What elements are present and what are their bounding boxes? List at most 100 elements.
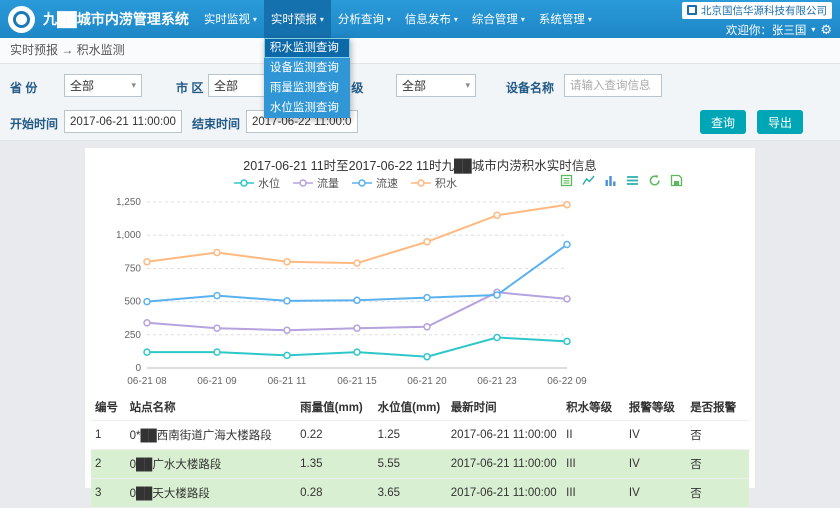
company-badge: 北京国信华源科技有限公司 <box>682 2 832 19</box>
table-cell: 1.35 <box>296 450 373 479</box>
nav-item-6[interactable]: 系统管理▾ <box>532 0 599 38</box>
svg-text:06-21 20: 06-21 20 <box>407 376 447 387</box>
svg-text:06-22 09: 06-22 09 <box>547 376 587 387</box>
table-cell: 1 <box>91 421 126 450</box>
table-cell: II <box>562 421 625 450</box>
logo-ring <box>13 11 30 28</box>
table-row[interactable]: 20██广水大楼路段1.355.552017-06-21 11:00:00III… <box>91 450 749 479</box>
device-name-input[interactable] <box>564 74 662 97</box>
table-cell: 否 <box>686 479 749 508</box>
chevron-down-icon: ▾ <box>465 80 470 91</box>
table-body: 10*██西南街道广海大楼路段0.221.252017-06-21 11:00:… <box>91 421 749 508</box>
nav-item-label: 信息发布 <box>405 11 451 27</box>
chevron-down-icon: ▾ <box>131 80 136 91</box>
nav-item-5[interactable]: 综合管理▾ <box>465 0 532 38</box>
legend-label: 流速 <box>376 175 398 191</box>
province-select[interactable]: 全部 ▾ <box>64 74 142 97</box>
refresh-icon[interactable] <box>647 173 661 187</box>
line-chart-icon[interactable] <box>581 173 595 187</box>
chart-legend: 水位流量 流速 积水 <box>125 175 565 191</box>
data-view-icon[interactable] <box>559 173 573 187</box>
welcome-text: 欢迎你：张三国 <box>726 22 807 38</box>
query-button[interactable]: 查询 <box>700 110 746 134</box>
company-logo-icon <box>687 5 697 15</box>
nav-item-2[interactable]: 实时预报▾积水监测查询设备监测查询雨量监测查询水位监测查询 <box>264 0 331 38</box>
nav-item-4[interactable]: 信息发布▾ <box>398 0 465 38</box>
table-head: 编号站点名称雨量值(mm)水位值(mm)最新时间积水等级报警等级是否报警 <box>91 394 749 421</box>
start-time-input[interactable] <box>64 110 182 133</box>
table-row[interactable]: 10*██西南街道广海大楼路段0.221.252017-06-21 11:00:… <box>91 421 749 450</box>
table-row[interactable]: 30██天大楼路段0.283.652017-06-21 11:00:00IIII… <box>91 479 749 508</box>
table-header-cell: 编号 <box>91 394 126 421</box>
svg-text:06-21 23: 06-21 23 <box>477 376 517 387</box>
menu-item-2[interactable]: 设备监测查询 <box>264 58 350 78</box>
chart-title: 2017-06-21 11时至2017-06-22 11时九██城市内涝积水实时… <box>85 155 755 174</box>
legend-item-1[interactable]: 水位 <box>233 175 280 191</box>
menu-item-4[interactable]: 水位监测查询 <box>264 98 350 118</box>
table-header-cell: 报警等级 <box>625 394 686 421</box>
chevron-down-icon: ▾ <box>454 15 458 24</box>
table-header-cell: 站点名称 <box>126 394 297 421</box>
legend-marker-icon <box>351 178 373 188</box>
nav-item-label: 综合管理 <box>472 11 518 27</box>
bar-chart-icon[interactable] <box>603 173 617 187</box>
legend-item-2[interactable]: 流量 <box>292 175 339 191</box>
legend-marker-icon <box>292 178 314 188</box>
start-time-label: 开始时间 <box>10 115 58 132</box>
header-right: 北京国信华源科技有限公司 欢迎你：张三国 ▾ ⚙ <box>674 0 840 41</box>
nav-item-label: 实时预报 <box>271 11 317 27</box>
table-header-cell: 最新时间 <box>447 394 562 421</box>
province-select-value: 全部 <box>70 77 94 94</box>
table-cell: 0██天大楼路段 <box>126 479 297 508</box>
settings-gear-icon[interactable]: ⚙ <box>820 22 832 38</box>
legend-marker-icon <box>233 178 255 188</box>
nav-item-1[interactable]: 实时监视▾ <box>197 0 264 38</box>
table-header-cell: 积水等级 <box>562 394 625 421</box>
nav-item-label: 系统管理 <box>539 11 585 27</box>
legend-label: 积水 <box>435 175 457 191</box>
table-cell: 0.28 <box>296 479 373 508</box>
export-button[interactable]: 导出 <box>757 110 803 134</box>
chart-toolbox <box>559 173 683 187</box>
table-cell: IV <box>625 450 686 479</box>
svg-text:06-21 09: 06-21 09 <box>197 376 237 387</box>
table-cell: 5.55 <box>374 450 447 479</box>
chevron-down-icon: ▾ <box>387 15 391 24</box>
save-icon[interactable] <box>669 173 683 187</box>
svg-text:250: 250 <box>124 330 141 341</box>
svg-text:1,250: 1,250 <box>116 197 141 208</box>
county-select[interactable]: 全部 ▾ <box>396 74 476 97</box>
menu-item-1[interactable]: 积水监测查询 <box>264 38 350 58</box>
table-header-cell: 水位值(mm) <box>374 394 447 421</box>
chevron-down-icon: ▾ <box>521 15 525 24</box>
table-header-cell: 雨量值(mm) <box>296 394 373 421</box>
device-name-label: 设备名称 <box>506 79 554 96</box>
end-time-label: 结束时间 <box>192 115 240 132</box>
legend-label: 水位 <box>258 175 280 191</box>
chart-card: 2017-06-21 11时至2017-06-22 11时九██城市内涝积水实时… <box>85 148 755 488</box>
stack-icon[interactable] <box>625 173 639 187</box>
legend-item-4[interactable]: 积水 <box>410 175 457 191</box>
table-cell: 2017-06-21 11:00:00 <box>447 421 562 450</box>
chevron-down-icon: ▾ <box>253 15 257 24</box>
main-nav: 实时监视▾实时预报▾积水监测查询设备监测查询雨量监测查询水位监测查询分析查询▾信… <box>197 0 599 38</box>
table-cell: 3 <box>91 479 126 508</box>
city-label: 市 区 <box>176 79 203 96</box>
svg-text:1,000: 1,000 <box>116 230 141 241</box>
filter-panel: 省 份 全部 ▾ 市 区 全部 ▾ 县 级 全部 ▾ 设备名称 开始时间 结束时… <box>0 64 840 141</box>
svg-text:0: 0 <box>135 363 141 374</box>
nav-item-label: 分析查询 <box>338 11 384 27</box>
app-title: 九██城市内涝管理系统 <box>43 9 189 29</box>
chevron-down-icon: ▾ <box>811 25 815 34</box>
header: 九██城市内涝管理系统 实时监视▾实时预报▾积水监测查询设备监测查询雨量监测查询… <box>0 0 840 38</box>
menu-item-3[interactable]: 雨量监测查询 <box>264 78 350 98</box>
legend-item-3[interactable]: 流速 <box>351 175 398 191</box>
table-cell: 1.25 <box>374 421 447 450</box>
app-logo-icon <box>8 6 35 33</box>
nav-item-3[interactable]: 分析查询▾ <box>331 0 398 38</box>
user-menu[interactable]: 欢迎你：张三国 ▾ ⚙ <box>726 22 832 38</box>
table-cell: 2 <box>91 450 126 479</box>
table-header-row: 编号站点名称雨量值(mm)水位值(mm)最新时间积水等级报警等级是否报警 <box>91 394 749 421</box>
table-cell: III <box>562 479 625 508</box>
table-header-cell: 是否报警 <box>686 394 749 421</box>
